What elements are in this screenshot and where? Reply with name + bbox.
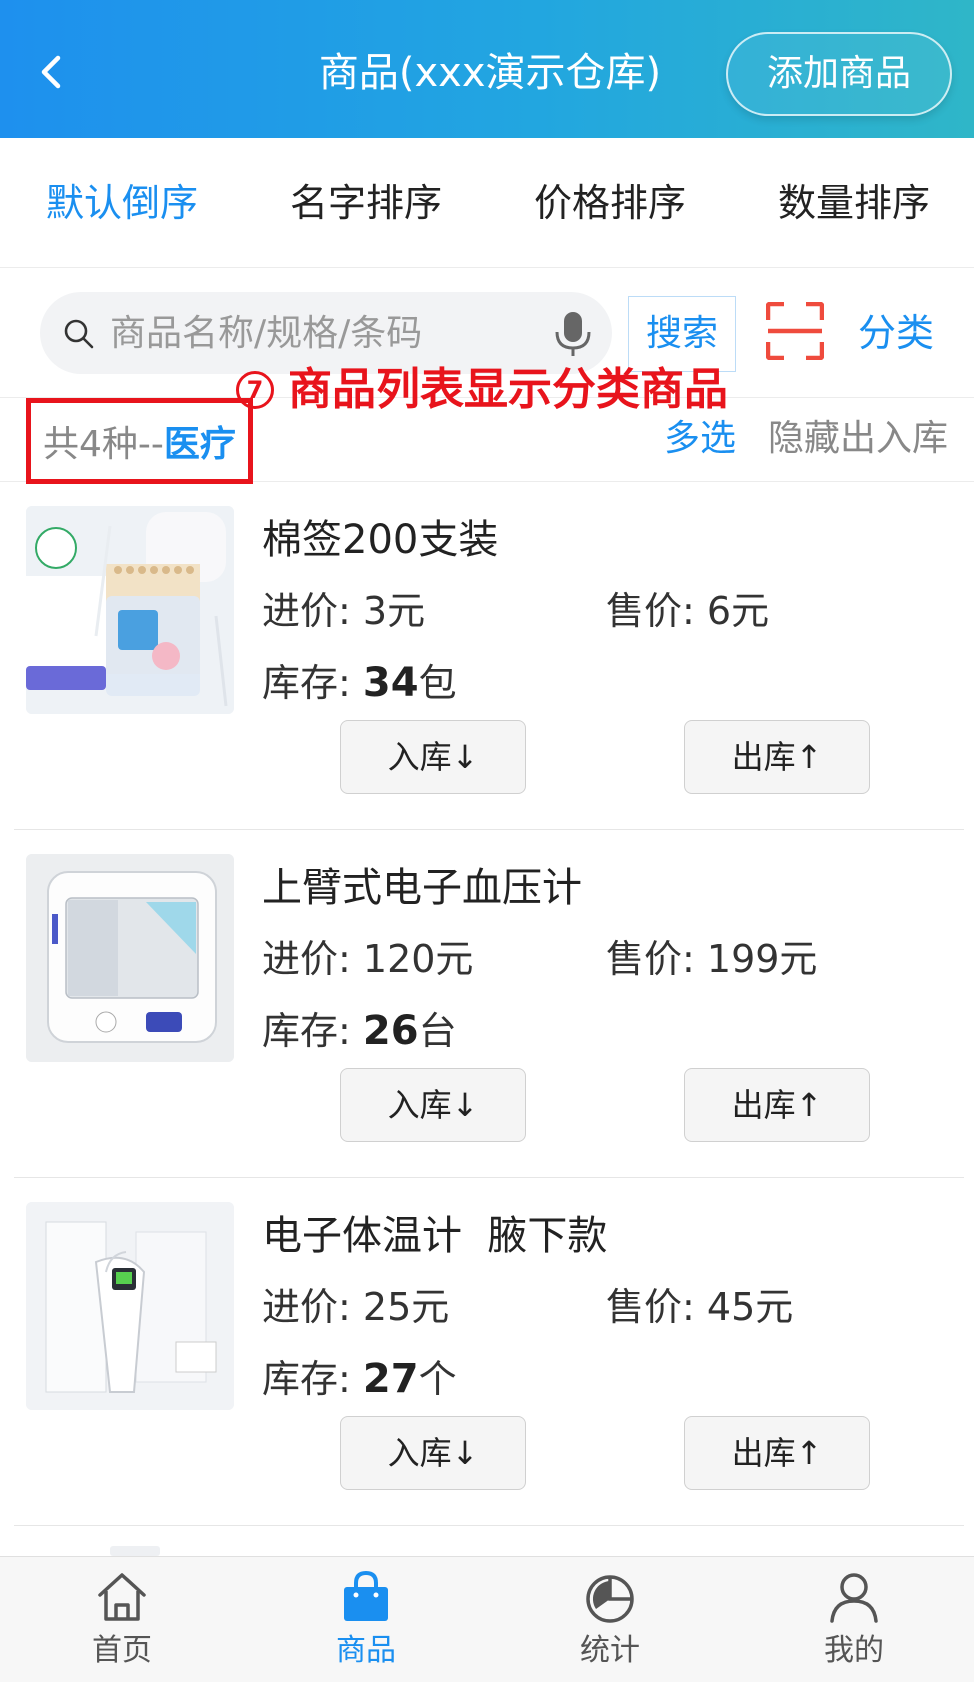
buy-price: 进价: 25元 (262, 1285, 450, 1329)
product-item[interactable]: 棉签200支装 进价: 3元 售价: 6元 库存: 34包 入库↓ 出库↑ (0, 482, 974, 830)
annotation-number: 7 (236, 371, 274, 409)
sell-price: 售价: 6元 (606, 589, 770, 633)
buy-price: 进价: 120元 (262, 937, 474, 981)
search-input[interactable] (110, 306, 550, 360)
top-app-bar: 商品(xxx演示仓库) 添加商品 (0, 0, 974, 138)
product-item[interactable]: 上臂式电子血压计 进价: 120元 售价: 199元 库存: 26台 入库↓ 出… (0, 830, 974, 1178)
stock-quantity: 库存: 34包 (262, 660, 457, 706)
sell-price: 售价: 199元 (606, 937, 818, 981)
nav-label: 商品 (336, 1633, 396, 1668)
annotation-text: 商品列表显示分类商品 (288, 364, 728, 415)
sort-tabs: 默认倒序 名字排序 价格排序 数量排序 (0, 138, 974, 268)
tutorial-annotation: 7 商品列表显示分类商品 (236, 362, 728, 418)
user-icon (830, 1573, 878, 1623)
scan-icon[interactable] (766, 302, 824, 360)
nav-products[interactable]: 商品 (276, 1569, 456, 1679)
bottom-navigation: 首页 商品 统计 我的 (0, 1556, 974, 1682)
microphone-icon[interactable] (552, 310, 594, 358)
buy-price: 进价: 3元 (262, 589, 426, 633)
page-title: 商品(xxx演示仓库) (318, 50, 662, 96)
search-button[interactable]: 搜索 (628, 296, 736, 372)
stock-out-button[interactable]: 出库↑ (684, 1068, 870, 1142)
stock-in-button[interactable]: 入库↓ (340, 720, 526, 794)
tab-quantity-sort[interactable]: 数量排序 (744, 176, 964, 230)
product-name: 上臂式电子血压计 (262, 865, 582, 911)
category-count-highlight: 共4种-- 医疗 (26, 398, 253, 484)
stock-out-button[interactable]: 出库↑ (684, 1416, 870, 1490)
category-button[interactable]: 分类 (846, 306, 946, 360)
tab-price-sort[interactable]: 价格排序 (500, 176, 720, 230)
product-name: 棉签200支装 (262, 517, 499, 563)
stock-quantity: 库存: 26台 (262, 1008, 457, 1054)
hide-inout-toggle[interactable]: 隐藏出入库 (768, 412, 948, 466)
stock-in-button[interactable]: 入库↓ (340, 1068, 526, 1142)
product-image-partial (110, 1546, 160, 1556)
product-name: 电子体温计 腋下款 (262, 1213, 608, 1259)
sell-price: 售价: 45元 (606, 1285, 794, 1329)
add-product-button[interactable]: 添加商品 (726, 32, 952, 116)
product-image-cotton-swabs (26, 506, 234, 714)
multi-select-button[interactable]: 多选 (664, 412, 736, 466)
current-category: 医疗 (163, 424, 236, 465)
product-image-blood-pressure-monitor (26, 854, 234, 1062)
tab-default-desc[interactable]: 默认倒序 (12, 176, 232, 230)
stock-quantity: 库存: 27个 (262, 1356, 457, 1402)
product-item[interactable]: 电子体温计 腋下款 进价: 25元 售价: 45元 库存: 27个 入库↓ 出库… (0, 1178, 974, 1526)
app-screen: 商品(xxx演示仓库) 添加商品 默认倒序 名字排序 价格排序 数量排序 搜索 (0, 0, 974, 1682)
nav-label: 统计 (580, 1633, 640, 1668)
pie-chart-icon (586, 1575, 634, 1623)
tab-name-sort[interactable]: 名字排序 (256, 176, 476, 230)
stock-in-button[interactable]: 入库↓ (340, 1416, 526, 1490)
nav-label: 首页 (92, 1633, 152, 1668)
product-count: 共4种-- (43, 424, 164, 465)
back-arrow-icon[interactable] (30, 48, 78, 96)
product-image-thermometer (26, 1202, 234, 1410)
shopping-bag-icon (344, 1570, 388, 1621)
home-icon (98, 1573, 146, 1621)
nav-home[interactable]: 首页 (32, 1569, 212, 1679)
nav-profile[interactable]: 我的 (764, 1569, 944, 1679)
product-item-partial[interactable] (0, 1526, 974, 1556)
stock-out-button[interactable]: 出库↑ (684, 720, 870, 794)
nav-statistics[interactable]: 统计 (520, 1569, 700, 1679)
nav-label: 我的 (824, 1633, 884, 1668)
search-icon (64, 319, 94, 349)
